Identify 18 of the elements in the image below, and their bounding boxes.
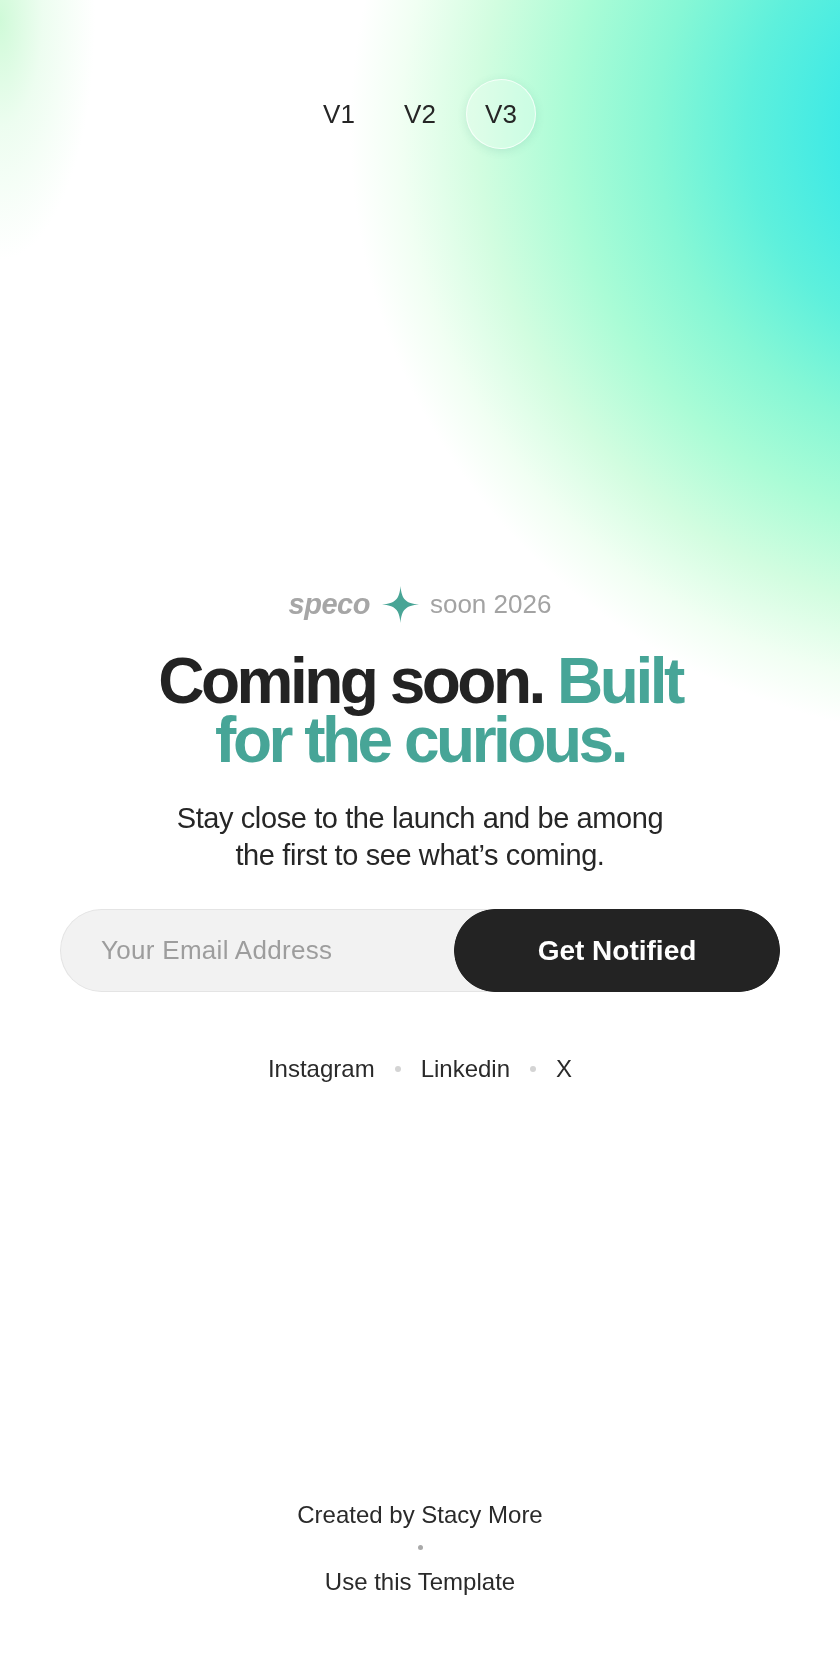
brand-name: speco [288,587,370,621]
version-tab[interactable]: V3 [466,79,536,149]
sparkle-icon [381,585,419,623]
dot-icon [417,1545,423,1550]
template-link[interactable]: Use this Template [324,1567,516,1597]
credit-text: Created by Stacy More [297,1500,543,1530]
version-tab[interactable]: V1 [304,79,374,149]
social-link[interactable]: X [556,1054,573,1084]
social-link[interactable]: Instagram [267,1054,375,1084]
social-link[interactable]: Linkedin [420,1054,511,1084]
launch-date: soon 2026 [429,588,552,620]
dot-icon [530,1066,537,1072]
notify-button[interactable]: Get Notified [454,909,780,992]
email-field[interactable]: Your Email Address [60,909,454,992]
dot-icon [394,1066,401,1072]
headline: Coming soon. Built for the curious. [157,652,684,770]
version-tab[interactable]: V2 [385,79,455,149]
subtitle: Stay close to the launch and be among the first to see what’s coming. [175,801,665,873]
